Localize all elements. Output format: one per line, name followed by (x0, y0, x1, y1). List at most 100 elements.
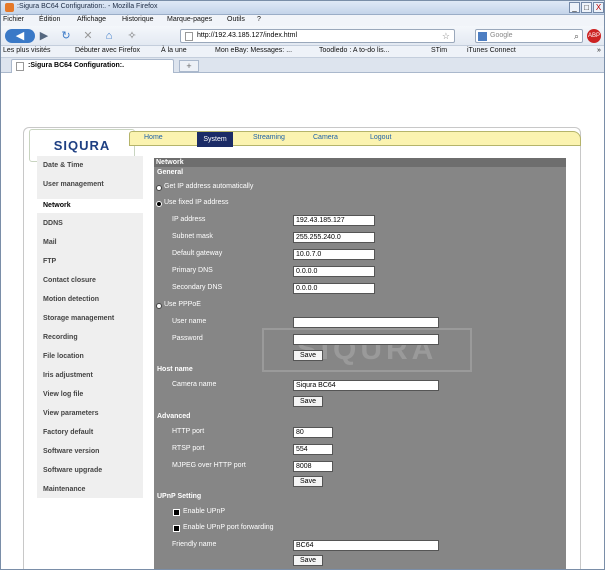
bookmarks-toolbar: Les plus visités Débuter avec Firefox À … (1, 46, 604, 58)
sidebar-item-view-parameters[interactable]: View parameters (43, 410, 99, 417)
http-port-label: HTTP port (172, 428, 205, 435)
search-input[interactable]: Google ⌕ (475, 29, 583, 43)
radio-ip-automatic[interactable] (156, 185, 162, 191)
network-save-button[interactable]: Save (293, 350, 323, 361)
sidebar-item-contact-closure[interactable]: Contact closure (43, 277, 96, 284)
menu-historique[interactable]: Historique (122, 16, 154, 23)
bookmark-star-icon[interactable]: ✧ (125, 29, 139, 43)
url-bar[interactable]: http://192.43.185.127/index.html ☆ (180, 29, 455, 43)
rtsp-port-label: RTSP port (172, 445, 205, 452)
menu-bar: Fichier Édition Affichage Historique Mar… (1, 15, 604, 26)
sidebar-item-file-location[interactable]: File location (43, 353, 84, 360)
bookmark-getting-started[interactable]: Débuter avec Firefox (75, 47, 140, 54)
default-gateway-input[interactable]: 10.0.7.0 (293, 249, 375, 260)
friendly-name-input[interactable]: BC64 (293, 540, 439, 551)
top-navigation: Home System Streaming Camera Logout (129, 131, 581, 147)
bookmark-most-visited[interactable]: Les plus visités (3, 47, 50, 54)
url-text[interactable]: http://192.43.185.127/index.html (197, 32, 297, 39)
menu-edition[interactable]: Édition (39, 16, 60, 23)
bookmark-toodledo[interactable]: Toodledo : A to-do lis... (319, 47, 389, 54)
ip-address-input[interactable]: 192.43.185.127 (293, 215, 375, 226)
pppoe-password-label: Password (172, 335, 203, 342)
pppoe-password-input[interactable] (293, 334, 439, 345)
sidebar-item-user-management[interactable]: User management (43, 181, 104, 188)
camera-name-label: Camera name (172, 381, 217, 388)
sidebar-item-ftp[interactable]: FTP (43, 258, 56, 265)
subnet-mask-label: Subnet mask (172, 233, 213, 240)
stop-icon[interactable]: ✕ (81, 29, 95, 43)
radio-ip-fixed-label: Use fixed IP address (164, 199, 229, 206)
window-title: :Sigura BC64 Configuration:. - Mozilla F… (17, 3, 158, 10)
page-content: SIQURA Home System Streaming Camera Logo… (1, 73, 604, 569)
sidebar-item-software-version[interactable]: Software version (43, 448, 99, 455)
bookmark-ebay[interactable]: Mon eBay: Messages: ... (215, 47, 292, 54)
bookmark-stim[interactable]: STim (431, 47, 447, 54)
bookmarks-overflow[interactable]: » (597, 47, 601, 54)
sidebar-item-maintenance[interactable]: Maintenance (43, 486, 85, 493)
secondary-dns-input[interactable]: 0.0.0.0 (293, 283, 375, 294)
browser-window: :Sigura BC64 Configuration:. - Mozilla F… (0, 0, 605, 570)
http-port-input[interactable]: 80 (293, 427, 333, 438)
firefox-icon (5, 3, 14, 12)
forward-icon[interactable]: ▶ (37, 29, 51, 43)
upnp-save-button[interactable]: Save (293, 555, 323, 566)
star-icon[interactable]: ☆ (442, 31, 450, 42)
subnet-mask-input[interactable]: 255.255.240.0 (293, 232, 375, 243)
mjpeg-port-label: MJPEG over HTTP port (172, 462, 246, 469)
menu-outils[interactable]: Outils (227, 16, 245, 23)
mjpeg-port-input[interactable]: 8008 (293, 461, 333, 472)
radio-ip-fixed[interactable] (156, 201, 162, 207)
tab-siqura-config[interactable]: :Sigura BC64 Configuration:. (11, 59, 174, 73)
sidebar-item-factory-default[interactable]: Factory default (43, 429, 93, 436)
sidebar-item-network[interactable]: Network (37, 199, 143, 213)
close-button[interactable]: X (593, 2, 604, 13)
back-icon[interactable]: ◀ (5, 29, 35, 43)
bookmark-itunes-connect[interactable]: iTunes Connect (467, 47, 516, 54)
sidebar-item-view-log-file[interactable]: View log file (43, 391, 83, 398)
sidebar-item-iris-adjustment[interactable]: Iris adjustment (43, 372, 93, 379)
title-bar: :Sigura BC64 Configuration:. - Mozilla F… (1, 1, 604, 15)
radio-pppoe[interactable] (156, 303, 162, 309)
menu-fichier[interactable]: Fichier (3, 16, 24, 23)
bookmark-headlines[interactable]: À la une (161, 47, 187, 54)
search-icon[interactable]: ⌕ (574, 31, 579, 42)
sidebar-item-ddns[interactable]: DDNS (43, 220, 63, 227)
minimize-button[interactable]: _ (569, 2, 580, 13)
nav-logout[interactable]: Logout (370, 134, 391, 141)
sidebar-item-motion-detection[interactable]: Motion detection (43, 296, 99, 303)
upnp-forward-checkbox[interactable] (173, 525, 180, 532)
sidebar-item-date-time[interactable]: Date & Time (43, 162, 83, 169)
nav-system[interactable]: System (197, 132, 233, 147)
primary-dns-input[interactable]: 0.0.0.0 (293, 266, 375, 277)
sidebar-item-storage-management[interactable]: Storage management (43, 315, 114, 322)
navigation-bar: ◀ ▶ ↻ ✕ ⌂ ✧ http://192.43.185.127/index.… (1, 26, 604, 46)
section-upnp: UPnP Setting (157, 493, 202, 500)
hostname-save-button[interactable]: Save (293, 396, 323, 407)
maximize-button[interactable]: □ (581, 2, 592, 13)
nav-camera[interactable]: Camera (313, 134, 338, 141)
adblock-icon[interactable]: ABP (587, 29, 601, 43)
sidebar-item-software-upgrade[interactable]: Software upgrade (43, 467, 102, 474)
menu-marque-pages[interactable]: Marque-pages (167, 16, 212, 23)
sidebar-item-recording[interactable]: Recording (43, 334, 78, 341)
secondary-dns-label: Secondary DNS (172, 284, 223, 291)
menu-affichage[interactable]: Affichage (77, 16, 106, 23)
advanced-save-button[interactable]: Save (293, 476, 323, 487)
nav-home[interactable]: Home (144, 134, 163, 141)
reload-icon[interactable]: ↻ (59, 29, 73, 43)
home-icon[interactable]: ⌂ (102, 29, 116, 43)
menu-help[interactable]: ? (257, 16, 261, 23)
sidebar: Date & Time User management Network DDNS… (37, 156, 143, 498)
search-placeholder: Google (490, 32, 513, 39)
default-gateway-label: Default gateway (172, 250, 223, 257)
page-icon (185, 32, 193, 41)
new-tab-button[interactable]: + (179, 60, 199, 72)
sidebar-item-mail[interactable]: Mail (43, 239, 57, 246)
rtsp-port-input[interactable]: 554 (293, 444, 333, 455)
pppoe-username-input[interactable] (293, 317, 439, 328)
pppoe-username-label: User name (172, 318, 207, 325)
upnp-enable-checkbox[interactable] (173, 509, 180, 516)
camera-name-input[interactable]: Siqura BC64 (293, 380, 439, 391)
nav-streaming[interactable]: Streaming (253, 134, 285, 141)
search-engine-icon[interactable] (478, 32, 487, 41)
